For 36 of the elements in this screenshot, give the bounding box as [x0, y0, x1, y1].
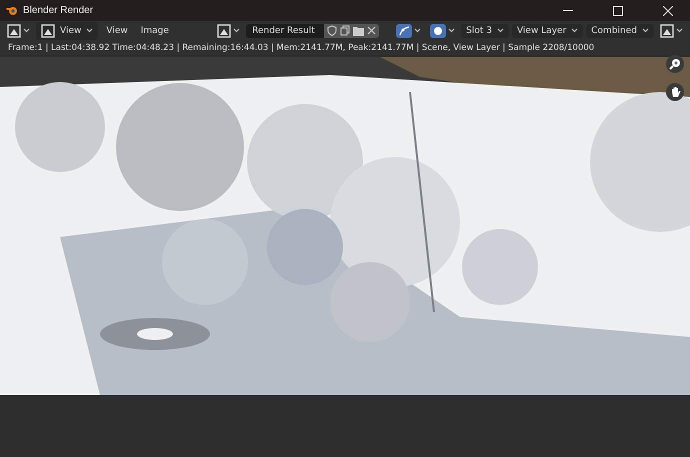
caret-icon: [86, 28, 94, 33]
caret-icon: [23, 28, 30, 33]
caret-icon: [414, 28, 422, 33]
caret-icon: [496, 28, 504, 33]
menu-item[interactable]: View: [101, 24, 133, 38]
gizmo-toggle[interactable]: [396, 24, 412, 38]
caret-icon: [676, 28, 683, 33]
image-icon[interactable]: [41, 24, 55, 38]
dropdown[interactable]: Slot 3: [461, 24, 509, 38]
shield-icon[interactable]: [327, 25, 338, 36]
image-icon[interactable]: [217, 24, 232, 38]
dropdown[interactable]: Combined: [586, 24, 654, 38]
minimize-icon: [562, 10, 572, 12]
menu-item[interactable]: Image: [136, 24, 174, 38]
image-name-field[interactable]: Render Result: [246, 24, 324, 38]
caret-icon: [642, 28, 649, 33]
maximize-icon: [612, 6, 622, 16]
window-title: Blender Render: [23, 5, 94, 16]
hand-icon: [670, 86, 680, 98]
caret-icon: [448, 28, 456, 33]
caret-icon: [571, 28, 578, 33]
folder-icon[interactable]: [353, 26, 364, 36]
display-icon[interactable]: [660, 24, 674, 38]
curve-icon: [398, 26, 410, 36]
app-logo: [6, 5, 18, 16]
sphere-icon: [433, 26, 444, 36]
overlay-toggle[interactable]: [430, 24, 446, 38]
view-dropdown[interactable]: View: [36, 22, 98, 40]
editor-type-icon[interactable]: [7, 24, 21, 38]
duplicate-icon[interactable]: [340, 25, 350, 36]
close-icon: [662, 6, 672, 16]
dropdown[interactable]: View Layer: [512, 24, 584, 38]
zoom-icon: [669, 58, 681, 70]
render-info: Frame:1 | Last:04:38.92 Time:04:48.23 | Remaining:16:44.03 | Mem:2141.77M, Peak:2141.77M | Scene, View Layer | Sample 2208/10000: [8, 42, 594, 52]
close-icon[interactable]: [367, 26, 376, 35]
caret-icon: [233, 28, 240, 33]
